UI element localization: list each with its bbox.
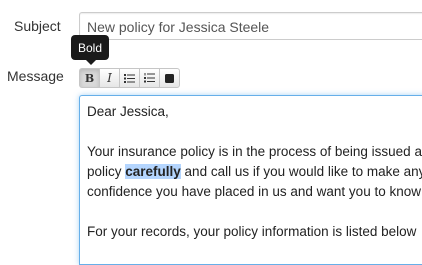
editor-toolbar: B I xyxy=(79,68,180,90)
italic-button[interactable]: I xyxy=(99,68,120,88)
body-line-4: For your records, your policy informatio… xyxy=(87,224,417,239)
selected-text: carefully xyxy=(125,164,181,179)
bulleted-list-icon xyxy=(124,73,135,83)
greeting-line: Dear Jessica, xyxy=(87,104,169,119)
message-label: Message xyxy=(7,68,64,84)
tooltip-arrow xyxy=(86,60,96,65)
subject-label: Subject xyxy=(14,18,61,34)
body-line-3: confidence you have placed in us and wan… xyxy=(87,184,421,199)
source-button[interactable] xyxy=(159,68,180,88)
bold-button[interactable]: B xyxy=(79,68,100,88)
bulleted-list-button[interactable] xyxy=(119,68,140,88)
body-line-1: Your insurance policy is in the process … xyxy=(87,144,422,159)
bold-icon: B xyxy=(84,71,95,85)
subject-input[interactable]: New policy for Jessica Steele xyxy=(79,12,422,40)
bold-tooltip: Bold xyxy=(71,35,109,60)
italic-icon: I xyxy=(107,71,112,85)
numbered-list-icon xyxy=(144,73,155,83)
message-editor[interactable]: Dear Jessica, Your insurance policy is i… xyxy=(79,95,422,265)
numbered-list-button[interactable] xyxy=(139,68,160,88)
square-icon xyxy=(165,73,174,83)
text-after-selection: and call us if you would like to make an… xyxy=(180,164,422,179)
body-line-2: policy carefully and call us if you woul… xyxy=(87,162,422,182)
text-before-selection: policy xyxy=(87,164,126,179)
